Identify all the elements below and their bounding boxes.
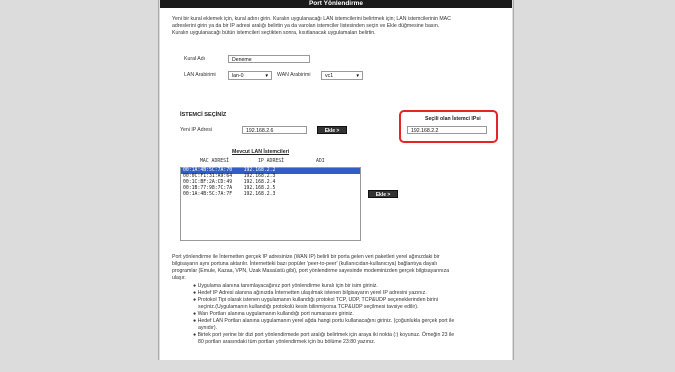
existing-clients-title: Mevcut LAN İstemcileri bbox=[232, 149, 290, 155]
bullet-item-continued: aynıdır). bbox=[198, 325, 218, 331]
lan-interface-value: lan-0 bbox=[232, 73, 244, 79]
column-ip: IP ADRESİ bbox=[258, 159, 284, 164]
bullet-item: ● Hedef IP Adresi alanına ağınızda İnter… bbox=[193, 290, 427, 296]
new-ip-label: Yeni IP Adresi bbox=[180, 127, 213, 133]
panel-left-border bbox=[158, 0, 159, 360]
rule-name-input[interactable]: Deneme bbox=[228, 55, 310, 63]
existing-clients-list[interactable]: 00:1A:4B:5C:7A:70 192.168.2.2 00:0C:F1:3… bbox=[180, 167, 361, 241]
bullet-item: ● Birtek port yerine bir dizi port yönle… bbox=[193, 332, 455, 338]
intro-line-2: adreslerini girin ya da bir IP adresi ar… bbox=[172, 23, 440, 29]
description-line-4: ulaşır. bbox=[172, 275, 186, 281]
wan-interface-value: vc1 bbox=[325, 73, 334, 79]
bullet-item: ● Protokol Tipi olarak istenen uygulaman… bbox=[193, 297, 438, 303]
bullet-item-continued: seçiniz.(Uygulamanın kullandığı protokol… bbox=[198, 304, 419, 310]
panel-right-border bbox=[513, 0, 514, 360]
add-from-list-button[interactable]: Ekle > bbox=[368, 190, 398, 198]
lan-interface-select[interactable]: lan-0 ▼ bbox=[228, 71, 272, 80]
column-name: ADI bbox=[316, 159, 325, 164]
rule-name-label: Kural Adı bbox=[184, 56, 206, 62]
selected-ip-title: Seçili olan İstemci IPsi bbox=[425, 116, 481, 122]
intro-line-3: Kuralın uygulanacağı bütün istemcileri s… bbox=[172, 30, 376, 36]
bullet-item: ● Hedef LAN Portları alanına uygulamanın… bbox=[193, 318, 455, 324]
lan-interface-label: LAN Arabirimi bbox=[184, 72, 216, 78]
column-mac: MAC ADRESİ bbox=[200, 159, 229, 164]
description-line-3: programlar (Emule, Kazaa, VPN, Uzak Masa… bbox=[172, 268, 450, 274]
bullet-item: ● Wan Portları alanına uygulamanın kulla… bbox=[193, 311, 354, 317]
description-line-1: Port yönlendirme ile İnternetten gerçek … bbox=[172, 254, 440, 260]
chevron-down-icon: ▼ bbox=[264, 73, 269, 78]
selected-ip-input[interactable]: 192.168.2.2 bbox=[407, 126, 487, 134]
new-ip-input[interactable]: 192.168.2.6 bbox=[242, 126, 307, 134]
add-ip-button[interactable]: Ekle > bbox=[317, 126, 347, 134]
description-line-2: bilgisayarın aynı portuna aktarılır. İnt… bbox=[172, 261, 437, 267]
bullet-item-continued: 80 portları arasındaki tüm portları yönl… bbox=[198, 339, 376, 345]
intro-line-1: Yeni bir kural eklemek için, kural adını… bbox=[172, 16, 451, 22]
list-item[interactable]: 00:1A:4B:5C:7A:7F 192.168.2.3 bbox=[181, 192, 360, 198]
wan-interface-select[interactable]: vc1 ▼ bbox=[321, 71, 363, 80]
chevron-down-icon: ▼ bbox=[355, 73, 360, 78]
page-title: Port Yönlendirme bbox=[160, 0, 512, 8]
wan-interface-label: WAN Arabirimi bbox=[277, 72, 311, 78]
bullet-item: ● Uygulama alanına tanımlayacağınız port… bbox=[193, 283, 378, 289]
client-section-title: İSTEMCİ SEÇİNİZ bbox=[180, 112, 227, 118]
